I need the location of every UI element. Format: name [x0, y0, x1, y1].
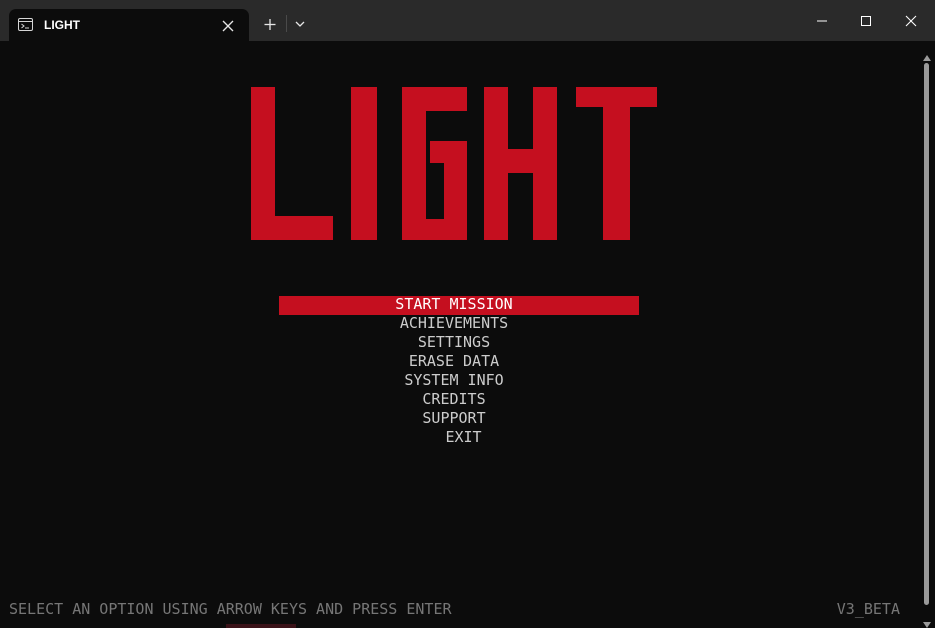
close-window-icon[interactable]: [897, 9, 925, 33]
tab-title: LIGHT: [44, 18, 80, 32]
new-tab-plus-icon[interactable]: [258, 13, 282, 35]
title-bar: LIGHT: [0, 0, 935, 41]
close-tab-icon[interactable]: [218, 16, 238, 36]
terminal-viewport[interactable]: LIGHT: [0, 41, 935, 628]
menu-item-credits[interactable]: CREDITS: [279, 390, 639, 409]
terminal-cursor-strip: [226, 624, 296, 628]
scroll-down-arrow-icon[interactable]: [922, 614, 932, 628]
main-menu: START MISSION ACHIEVEMENTS SETTINGS ERAS…: [279, 295, 639, 447]
menu-item-support[interactable]: SUPPORT: [279, 409, 639, 428]
vertical-scrollbar[interactable]: [919, 41, 935, 628]
terminal-icon: [18, 18, 33, 31]
maximize-icon[interactable]: [852, 9, 880, 33]
menu-item-start-mission[interactable]: START MISSION: [279, 295, 639, 314]
game-logo: LIGHT: [248, 87, 660, 242]
menu-item-exit[interactable]: EXIT: [279, 428, 639, 447]
scrollbar-thumb[interactable]: [924, 63, 929, 605]
controls-hint: SELECT AN OPTION USING ARROW KEYS AND PR…: [9, 600, 452, 618]
minimize-icon[interactable]: [808, 9, 836, 33]
chevron-down-icon[interactable]: [290, 14, 310, 34]
tab-divider: [286, 15, 287, 32]
menu-item-system-info[interactable]: SYSTEM INFO: [279, 371, 639, 390]
menu-item-achievements[interactable]: ACHIEVEMENTS: [279, 314, 639, 333]
version-label: V3_BETA: [836, 600, 900, 618]
menu-item-erase-data[interactable]: ERASE DATA: [279, 352, 639, 371]
menu-item-settings[interactable]: SETTINGS: [279, 333, 639, 352]
terminal-tab[interactable]: LIGHT: [9, 9, 249, 41]
